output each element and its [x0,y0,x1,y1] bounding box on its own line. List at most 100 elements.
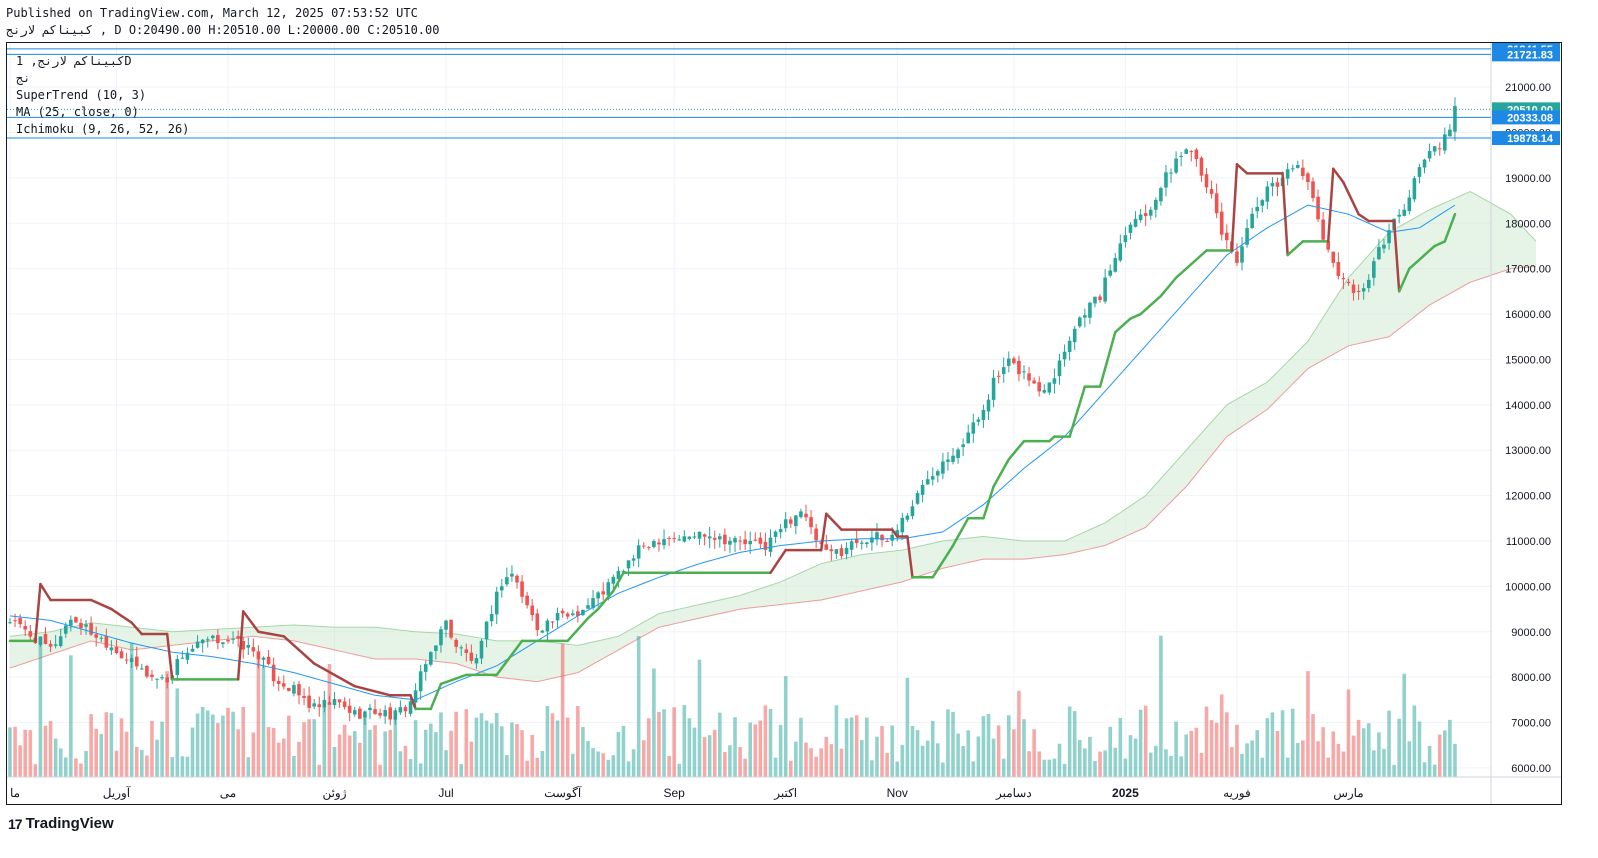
volume-bar [449,730,453,777]
candle-body [672,538,676,540]
volume-bar [728,745,732,777]
candle-body [1057,360,1062,377]
candle-body [880,534,884,541]
volume-bar [388,729,393,777]
volume-bar [581,726,585,777]
candle-body [1346,281,1351,284]
candle-body [327,702,332,705]
volume-bar [423,729,428,777]
volume-bar [271,727,276,777]
time-tick-label: مارس [1333,786,1364,800]
legend-exchange: نج [16,71,31,85]
volume-bar [216,723,220,777]
volume-bar [844,718,849,777]
price-tick-label: 9000.00 [1511,627,1551,639]
volume-bar [799,717,803,777]
candle-body [388,707,393,720]
price-chart[interactable]: 6000.00 7000.00 8000.00 9000.00 10000.00 1100… [7,43,1561,804]
candle-body [611,576,616,584]
volume-bar [707,735,712,777]
candle-body [1225,232,1229,241]
volume-bar [378,764,382,777]
chart-frame[interactable]: 6000.00 7000.00 8000.00 9000.00 10000.00 1100… [6,42,1562,805]
volume-bar [185,756,190,777]
candle-body [444,620,448,630]
candle-body [794,515,798,527]
candle-body [322,699,327,708]
published-header: Published on TradingView.com, March 12, … [6,6,418,20]
candle-body [849,541,854,550]
legend-ma[interactable]: MA (25, close, 0) [16,105,139,119]
volume-bar [1321,727,1325,777]
candle-body [89,623,93,635]
candle-body [464,649,469,653]
volume-bar [880,726,884,777]
volume-bar [946,709,950,777]
candle-body [956,449,960,459]
volume-bar [763,705,768,777]
volume-bar [1402,673,1407,777]
volume-bar [1012,729,1016,777]
candle-body [494,591,499,615]
supertrend-segment [1230,163,1239,252]
volume-bar [778,725,783,777]
price-tick-label: 11000.00 [1506,536,1551,548]
legend-ichimoku[interactable]: Ichimoku (9, 26, 52, 26) [16,122,189,136]
candle-body [1361,288,1366,292]
tradingview-footer[interactable]: 17 TradingView [8,815,114,832]
candle-body [1341,278,1346,280]
volume-bar [915,730,920,777]
candle-body [413,690,418,703]
candle-body [332,698,337,706]
volume-bar [1108,726,1112,777]
volume-bar [809,748,813,777]
volume-bar [550,713,555,777]
volume-bar [667,756,671,777]
volume-bar [1219,694,1224,777]
candle-body [474,658,479,664]
supertrend-segment [1357,212,1371,223]
candle-body [1331,251,1336,263]
candle-body [829,549,834,552]
time-tick-label: ما [10,786,20,800]
volume-bar [347,735,352,777]
volume-bar [38,636,43,777]
candle-body [23,626,28,630]
volume-bar [1194,727,1199,777]
volume-bar [393,719,398,777]
volume-bar [464,709,469,777]
legend-supertrend[interactable]: SuperTrend (10, 3) [16,88,146,102]
candle-body [1372,261,1376,278]
volume-bar [1250,740,1254,777]
candle-body [1270,183,1275,187]
tradingview-logo-icon: 17 [8,815,23,832]
candle-body [205,639,210,641]
candle-body [662,539,666,546]
candle-body [652,540,656,547]
volume-bar [1133,738,1138,777]
volume-bar [134,746,139,777]
candle-body [920,485,925,495]
volume-bar [1189,730,1194,777]
candle-body [216,635,220,644]
volume-bar [626,761,631,777]
price-tick-label: 17000.00 [1505,264,1551,276]
candle-body [555,612,560,621]
candle-body [667,537,671,539]
candle-body [565,613,570,617]
time-tick-label: آوریل [103,785,131,800]
candle-body [854,539,859,544]
candle-body [1093,296,1097,304]
candle-body [1448,129,1452,137]
volume-bar [834,705,839,777]
candle-body [1174,158,1178,173]
candle-body [844,547,849,555]
volume-bar [743,758,747,777]
volume-bar [292,755,296,777]
volume-bar [1301,740,1305,777]
volume-bar [586,741,590,777]
candle-body [1088,302,1092,318]
volume-bar [1128,735,1133,777]
volume-bar [1341,751,1346,777]
volume-bar [287,715,291,777]
